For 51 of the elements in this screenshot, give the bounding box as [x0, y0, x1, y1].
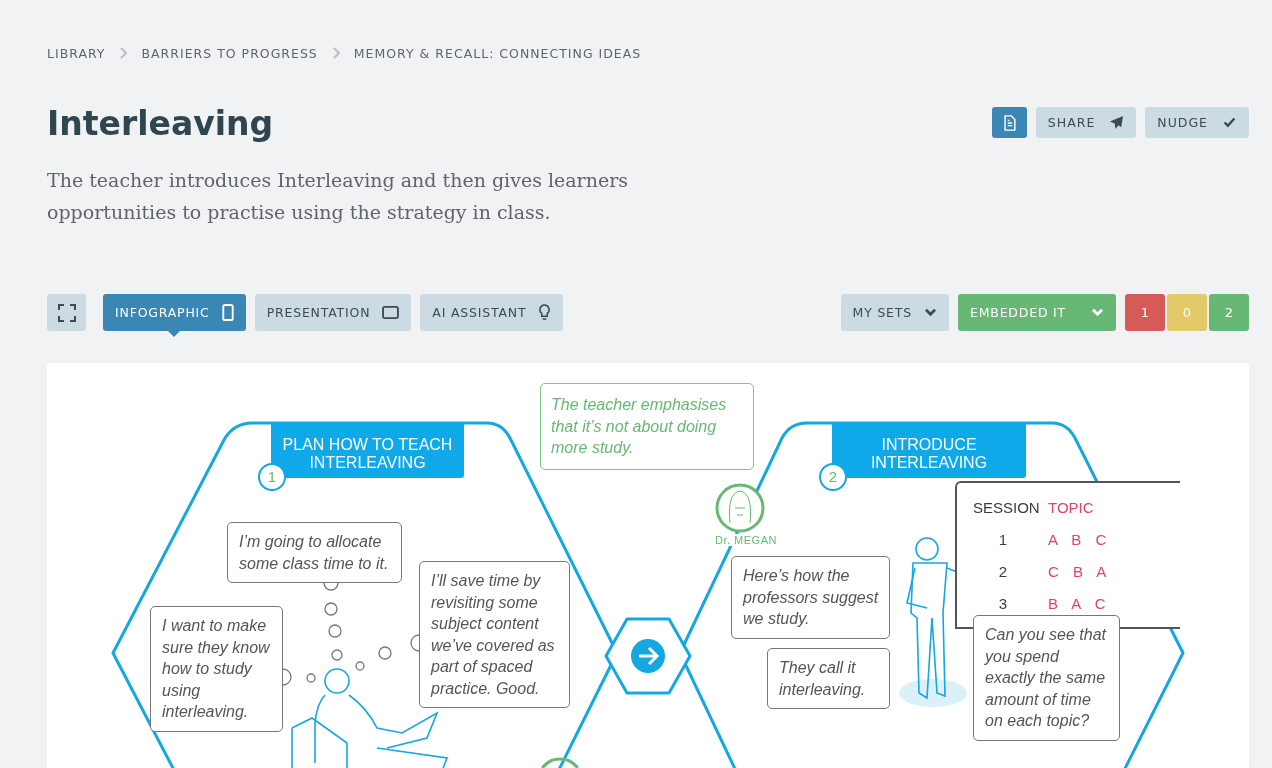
- chevron-icon: [119, 47, 128, 59]
- view-tab[interactable]: PRESENTATION: [254, 294, 412, 331]
- breadcrumb-link[interactable]: BARRIERS TO PROGRESS: [141, 45, 318, 61]
- table-cell-text: 2: [997, 562, 1009, 580]
- view-tab[interactable]: INFOGRAPHIC: [103, 294, 246, 331]
- expert-avatar-icon: [715, 483, 765, 533]
- table-header: SESSION: [973, 498, 1041, 516]
- tab-pointer-icon: [168, 331, 181, 337]
- fullscreen-button[interactable]: [47, 294, 86, 331]
- speech-bubble: Here’s how the professors suggest we study.: [731, 556, 890, 639]
- table-cell: B A C: [1048, 594, 1111, 612]
- chevron-icon: [331, 47, 340, 59]
- table-cell-text: 1: [997, 530, 1009, 548]
- table-cell-text: 3: [997, 594, 1009, 612]
- avatar-icon: [541, 757, 579, 768]
- thought-dot: [331, 649, 343, 661]
- check-icon: [1222, 116, 1237, 129]
- share-button[interactable]: SHARE: [1035, 107, 1137, 138]
- expert-comment-bubble: The teacher emphasises that it’s not about doing more study.: [540, 383, 754, 470]
- speech-bubble: They call it interleaving.: [767, 648, 890, 709]
- thought-dot: [328, 624, 342, 638]
- thought-dot: [306, 673, 316, 683]
- thought-dot: [355, 661, 365, 671]
- nudge-button[interactable]: NUDGE: [1145, 107, 1249, 138]
- table-cell: C B A: [1048, 562, 1112, 580]
- sets-dropdown[interactable]: MY SETS: [840, 294, 949, 331]
- lightbulb-icon: [538, 304, 552, 321]
- speech-bubble: I’ll save time by revisiting some subject content we’ve covered as part of spaced practice. Good.: [419, 561, 570, 708]
- fullscreen-icon: [57, 303, 76, 322]
- view-tab[interactable]: AI ASSISTANT: [420, 294, 564, 331]
- document-icon: [1002, 114, 1016, 131]
- table-cell: A B C: [1048, 530, 1112, 548]
- thought-dot: [378, 646, 392, 660]
- step-number: 1: [258, 463, 286, 491]
- phone-icon: [221, 304, 234, 321]
- page-title: Interleaving: [47, 104, 275, 144]
- expert-name: Dr. MEGAN: [713, 534, 779, 546]
- thought-dot: [324, 602, 338, 616]
- table-header: TOPIC: [1048, 498, 1094, 516]
- screen-icon: [382, 306, 400, 319]
- page-description: The teacher introduces Interleaving and then gives learners opportunities to practise using the strategy in class.: [47, 168, 629, 225]
- speech-bubble: I want to make sure they know how to study using interleaving.: [150, 606, 283, 732]
- breadcrumb-link[interactable]: LIBRARY: [47, 45, 106, 61]
- speech-bubble: I’m going to allocate some class time to it.: [227, 522, 402, 583]
- paper-plane-icon: [1109, 115, 1125, 130]
- count-badge[interactable]: 1: [1125, 294, 1165, 331]
- chevron-down-icon: [1091, 308, 1104, 317]
- chevron-down-icon: [924, 308, 937, 317]
- speech-bubble: Can you see that you spend exactly the same amount of time on each topic?: [973, 615, 1120, 741]
- document-button[interactable]: [991, 107, 1027, 138]
- breadcrumb-link[interactable]: MEMORY & RECALL: CONNECTING IDEAS: [353, 45, 642, 61]
